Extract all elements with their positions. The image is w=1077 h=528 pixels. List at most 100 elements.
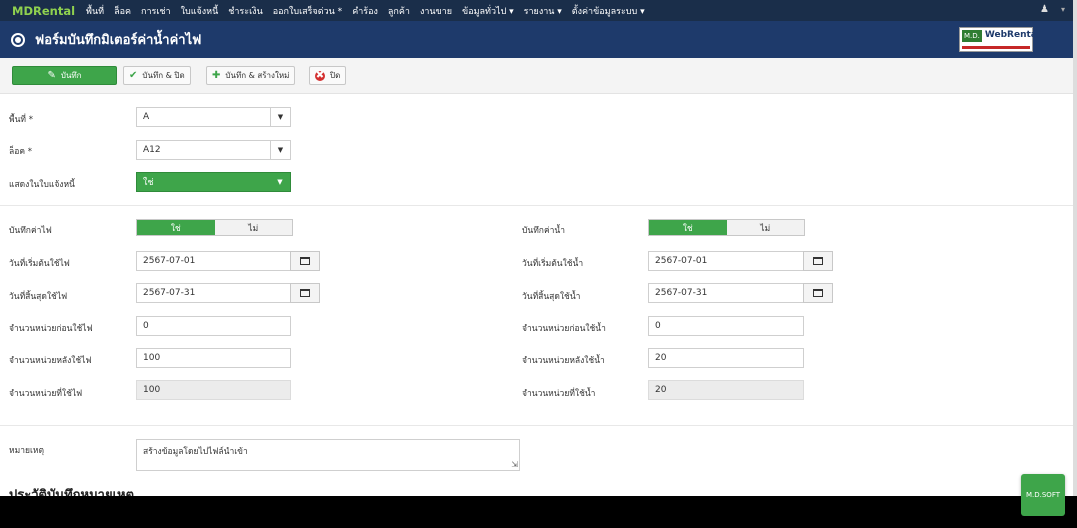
caret-down-icon: ▼ <box>277 178 283 186</box>
caret-down-icon: ▼ <box>270 107 290 127</box>
electric-after-value: 100 <box>143 353 161 363</box>
note-value: สร้างข้อมูลโดยไปไฟล์นำเข้า <box>143 447 248 457</box>
electric-used-value: 100 <box>143 385 161 395</box>
show-invoice-label: แสดงในใบแจ้งหนี้ <box>9 180 75 190</box>
md-soft-label: M.D.SOFT <box>1025 491 1060 499</box>
electric-toggle-no[interactable]: ไม่ <box>214 220 292 235</box>
electric-end-label: วันที่สิ้นสุดใช้ไฟ <box>9 292 68 302</box>
lock-select[interactable]: A12 ▼ <box>136 140 291 160</box>
webrental-logo: M.D. WebRental <box>959 27 1040 52</box>
electric-after-input[interactable]: 100 <box>136 348 291 368</box>
calendar-icon <box>300 257 310 265</box>
water-used-label: จำนวนหน่วยที่ใช้น้ำ <box>522 389 596 399</box>
water-record-toggle[interactable]: ใช่ ไม่ <box>648 219 805 236</box>
electric-start-calendar-button[interactable] <box>290 251 320 271</box>
show-invoice-select[interactable]: ใช่ ▼ <box>136 172 291 192</box>
nav-item-settings[interactable]: ตั้งค่าข้อมูลระบบ ▾ <box>572 4 645 18</box>
water-used-input: 20 <box>648 380 804 400</box>
note-label: หมายเหตุ <box>9 446 44 456</box>
close-icon: ✖ <box>315 69 325 81</box>
logo-md-text: M.D. <box>962 30 982 42</box>
electric-after-label: จำนวนหน่วยหลังใช้ไฟ <box>9 356 92 366</box>
lock-select-value: A12 <box>143 145 161 155</box>
water-end-date-input[interactable]: 2567-07-31 <box>648 283 804 303</box>
electric-start-date-value: 2567-07-01 <box>143 256 196 266</box>
water-before-label: จำนวนหน่วยก่อนใช้น้ำ <box>522 324 606 334</box>
save-close-button-label: บันทึก & ปิด <box>142 71 185 80</box>
water-start-date-input[interactable]: 2567-07-01 <box>648 251 804 271</box>
water-record-label: บันทึกค่าน้ำ <box>522 226 565 236</box>
scrollbar[interactable] <box>1073 0 1077 496</box>
water-before-input[interactable]: 0 <box>648 316 804 336</box>
show-invoice-value: ใช่ <box>143 178 154 188</box>
area-label: พื้นที่ * <box>9 115 33 125</box>
nav-item-report[interactable]: รายงาน ▾ <box>524 4 562 18</box>
lock-label: ล็อค * <box>9 147 32 157</box>
water-start-label: วันที่เริ่มต้นใช้น้ำ <box>522 259 584 269</box>
electric-end-date-value: 2567-07-31 <box>143 288 196 298</box>
nav-item-lock[interactable]: ล็อค <box>114 4 131 18</box>
electric-toggle-yes[interactable]: ใช่ <box>137 220 215 235</box>
water-end-date-value: 2567-07-31 <box>655 288 708 298</box>
calendar-icon <box>300 289 310 297</box>
area-select[interactable]: A ▼ <box>136 107 291 127</box>
top-navbar: MDRental พื้นที่ ล็อค การเช่า ใบแจ้งหนี้… <box>0 0 1077 21</box>
electric-record-label: บันทึกค่าไฟ <box>9 226 52 236</box>
electric-before-label: จำนวนหน่วยก่อนใช้ไฟ <box>9 324 93 334</box>
brand-link[interactable]: MDRental <box>12 4 75 18</box>
close-button[interactable]: ✖ ปิด <box>309 66 347 85</box>
water-toggle-no[interactable]: ไม่ <box>726 220 804 235</box>
plus-icon: ✚ <box>212 70 221 81</box>
nav-item-rental[interactable]: การเช่า <box>141 4 171 18</box>
resize-grip-icon[interactable]: ⇲ <box>511 460 518 469</box>
electric-before-input[interactable]: 0 <box>136 316 291 336</box>
electric-end-date-input[interactable]: 2567-07-31 <box>136 283 291 303</box>
water-start-date-value: 2567-07-01 <box>655 256 708 266</box>
nav-item-customer[interactable]: ลูกค้า <box>388 4 410 18</box>
water-end-calendar-button[interactable] <box>803 283 833 303</box>
water-toggle-yes[interactable]: ใช่ <box>649 220 727 235</box>
water-start-calendar-button[interactable] <box>803 251 833 271</box>
electric-record-toggle[interactable]: ใช่ ไม่ <box>136 219 293 236</box>
record-icon <box>11 32 25 47</box>
electric-start-date-input[interactable]: 2567-07-01 <box>136 251 291 271</box>
nav-item-invoice[interactable]: ใบแจ้งหนี้ <box>181 4 219 18</box>
title-bar: ฟอร์มบันทึกมิเตอร์ค่าน้ำค่าไฟ M.D. WebRe… <box>0 21 1077 58</box>
nav-item-general[interactable]: ข้อมูลทั่วไป ▾ <box>462 4 514 18</box>
chevron-down-icon[interactable]: ▾ <box>1061 5 1065 14</box>
note-textarea[interactable]: สร้างข้อมูลโดยไปไฟล์นำเข้า ⇲ <box>136 439 520 471</box>
water-after-label: จำนวนหน่วยหลังใช้น้ำ <box>522 356 605 366</box>
page: MDRental พื้นที่ ล็อค การเช่า ใบแจ้งหนี้… <box>0 0 1077 496</box>
nav-item-payment[interactable]: ชำระเงิน <box>228 4 262 18</box>
calendar-icon <box>813 289 823 297</box>
electric-end-calendar-button[interactable] <box>290 283 320 303</box>
page-title: ฟอร์มบันทึกมิเตอร์ค่าน้ำค่าไฟ <box>35 33 202 48</box>
nav-item-request[interactable]: คำร้อง <box>352 4 378 18</box>
section-divider <box>0 205 1077 206</box>
save-button-label: บันทึก <box>60 71 82 80</box>
toolbar: ✎ บันทึก ✔ บันทึก & ปิด ✚ บันทึก & สร้าง… <box>0 58 1077 94</box>
close-button-label: ปิด <box>330 71 341 80</box>
save-new-button-label: บันทึก & สร้างใหม่ <box>225 71 290 80</box>
md-soft-button[interactable]: M.D.SOFT <box>1021 474 1065 516</box>
water-after-value: 20 <box>655 353 667 363</box>
water-after-input[interactable]: 20 <box>648 348 804 368</box>
logo-name-text: WebRental <box>984 30 1040 40</box>
area-select-value: A <box>143 112 150 122</box>
save-close-button[interactable]: ✔ บันทึก & ปิด <box>123 66 191 85</box>
user-icon[interactable]: ♟ <box>1040 4 1049 15</box>
edit-icon: ✎ <box>47 70 56 81</box>
history-title: ประวัติบันทึกหมายเหตุ <box>9 488 135 496</box>
calendar-icon <box>813 257 823 265</box>
save-button[interactable]: ✎ บันทึก <box>12 66 117 85</box>
nav-item-sales[interactable]: งานขาย <box>420 4 452 18</box>
electric-before-value: 0 <box>143 321 149 331</box>
water-end-label: วันที่สิ้นสุดใช้น้ำ <box>522 292 581 302</box>
electric-used-label: จำนวนหน่วยที่ใช้ไฟ <box>9 389 83 399</box>
nav-item-area[interactable]: พื้นที่ <box>86 4 104 18</box>
nav-item-quick-receipt[interactable]: ออกใบเสร็จด่วน * <box>273 4 342 18</box>
electric-start-label: วันที่เริ่มต้นใช้ไฟ <box>9 259 70 269</box>
water-before-value: 0 <box>655 321 661 331</box>
save-new-button[interactable]: ✚ บันทึก & สร้างใหม่ <box>206 66 296 85</box>
caret-down-icon: ▼ <box>270 140 290 160</box>
